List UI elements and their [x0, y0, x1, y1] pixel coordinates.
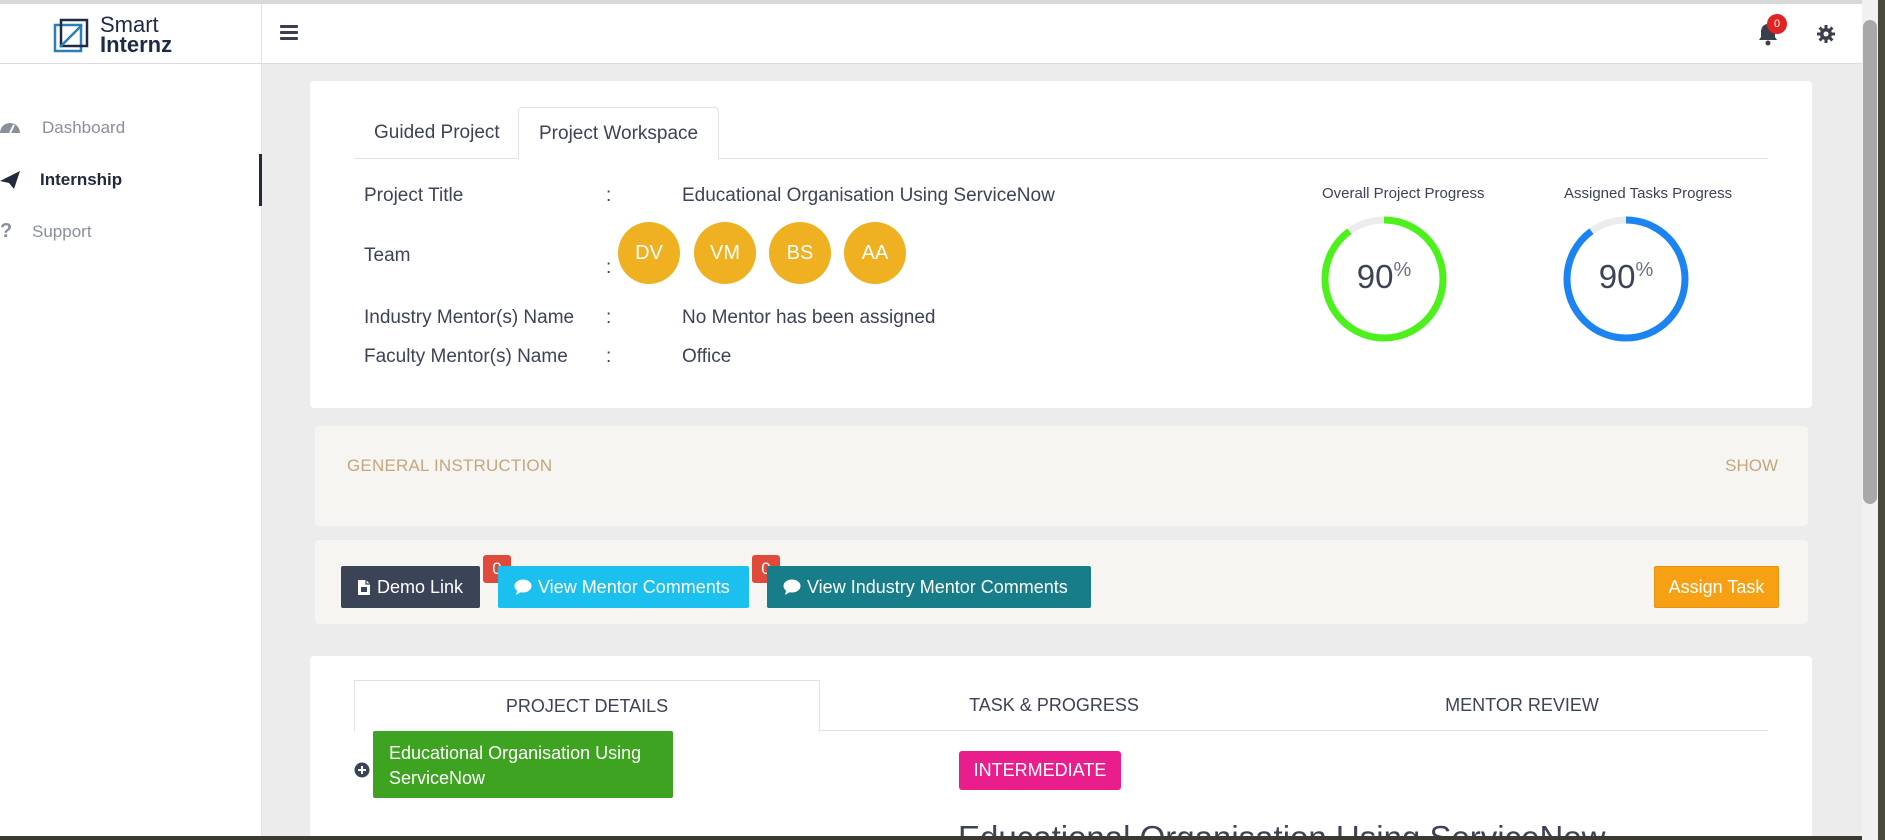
tab-mentor-review[interactable]: MENTOR REVIEW [1288, 680, 1756, 731]
colon: : [606, 307, 612, 328]
assign-task-button[interactable]: Assign Task [1654, 566, 1779, 608]
logo-icon [53, 18, 89, 53]
sidebar: Dashboard Internship ? Support [0, 64, 262, 840]
assigned-progress-value: 90% [1562, 258, 1690, 296]
plus-circle-icon[interactable] [354, 762, 370, 778]
show-instructions-toggle[interactable]: SHOW [1725, 456, 1778, 476]
logo-area: Smart Internz [0, 4, 262, 64]
scrollbar-thumb[interactable] [1863, 20, 1877, 504]
top-bar: Smart Internz 0 [0, 0, 1862, 64]
team-label: Team [364, 245, 411, 266]
sidebar-item-label: Support [32, 222, 92, 241]
avatar[interactable]: VM [694, 222, 756, 284]
overall-progress-title: Overall Project Progress [1322, 185, 1485, 202]
comment-icon [783, 579, 801, 595]
project-name-chip[interactable]: Educational Organisation Using ServiceNo… [373, 731, 673, 798]
sidebar-item-support[interactable]: ? Support [0, 206, 262, 258]
level-badge: INTERMEDIATE [959, 751, 1121, 790]
demo-link-label: Demo Link [377, 577, 464, 597]
industry-mentor-value: No Mentor has been assigned [682, 307, 936, 328]
overall-progress-value: 90% [1320, 258, 1448, 296]
menu-toggle-icon[interactable] [280, 22, 298, 44]
tab-task-progress[interactable]: TASK & PROGRESS [820, 680, 1288, 731]
avatar[interactable]: DV [618, 222, 680, 284]
avatar[interactable]: BS [769, 222, 831, 284]
faculty-mentor-value: Office [682, 346, 732, 367]
brand-line2: Internz [100, 32, 173, 57]
view-mentor-comments-button[interactable]: View Mentor Comments [498, 566, 749, 608]
general-instruction-title: GENERAL INSTRUCTION [347, 456, 553, 475]
industry-mentor-label: Industry Mentor(s) Name [364, 307, 575, 328]
file-icon [358, 579, 370, 595]
background-strip [0, 836, 1862, 840]
colon: : [606, 185, 612, 206]
paper-plane-icon [0, 171, 20, 189]
view-industry-mentor-comments-label: View Industry Mentor Comments [807, 577, 1068, 597]
assigned-progress-unit: % [1635, 259, 1654, 281]
question-icon: ? [0, 220, 13, 242]
dashboard-icon [0, 123, 20, 134]
assigned-progress-number: 90 [1598, 258, 1636, 295]
sidebar-item-dashboard[interactable]: Dashboard [0, 102, 262, 154]
sidebar-item-label: Dashboard [42, 118, 126, 137]
view-mentor-comments-label: View Mentor Comments [538, 577, 730, 597]
colon: : [606, 346, 612, 367]
overall-progress-unit: % [1393, 259, 1412, 281]
colon: : [606, 257, 612, 278]
project-tabs: Guided Project Project Workspace [354, 107, 1768, 160]
brand-name[interactable]: Smart Internz [100, 14, 173, 57]
view-industry-mentor-comments-button[interactable]: View Industry Mentor Comments [767, 566, 1091, 608]
project-details-card: PROJECT DETAILS TASK & PROGRESS MENTOR R… [310, 656, 1812, 840]
avatar[interactable]: AA [844, 222, 906, 284]
comment-icon [514, 579, 532, 595]
general-instruction-panel: GENERAL INSTRUCTION SHOW [315, 426, 1808, 526]
faculty-mentor-label: Faculty Mentor(s) Name [364, 346, 568, 367]
action-bar: Demo Link 0 View Mentor Comments 0 View … [315, 540, 1808, 624]
project-title-label: Project Title [364, 185, 464, 206]
tab-guided-project[interactable]: Guided Project [354, 107, 520, 159]
sidebar-item-internship[interactable]: Internship [0, 154, 262, 206]
demo-link-button[interactable]: Demo Link [341, 566, 480, 608]
sidebar-item-label: Internship [40, 170, 123, 189]
overall-progress-number: 90 [1356, 258, 1394, 295]
gear-icon[interactable] [1816, 24, 1836, 44]
notification-badge: 0 [1767, 14, 1787, 34]
tab-project-details[interactable]: PROJECT DETAILS [354, 680, 820, 732]
details-tabs: PROJECT DETAILS TASK & PROGRESS MENTOR R… [354, 680, 1768, 732]
project-overview-card: Guided Project Project Workspace Project… [310, 81, 1812, 408]
tab-project-workspace[interactable]: Project Workspace [518, 107, 720, 160]
project-title-value: Educational Organisation Using ServiceNo… [682, 185, 1055, 206]
assigned-progress-title: Assigned Tasks Progress [1564, 185, 1733, 202]
